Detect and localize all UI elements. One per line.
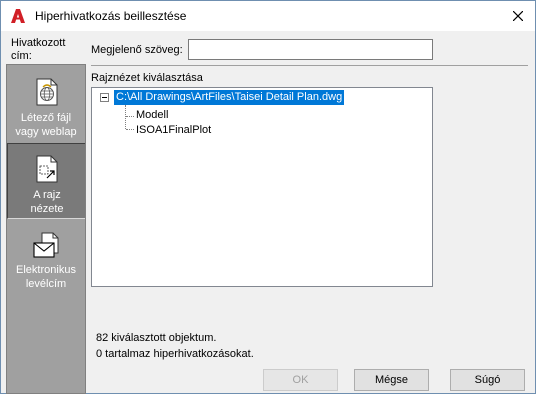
file-globe-icon [32,77,60,111]
sidebar-item-existing-file[interactable]: Létező fájl vagy weblap [7,65,85,141]
tree-root-item[interactable]: C:\All Drawings\ArtFiles\Taisei Detail P… [114,90,345,105]
tree-connector [125,105,126,129]
display-text-label: Megjelenő szöveg: [91,44,183,56]
window-title: Hiperhivatkozás beillesztése [35,9,187,23]
help-button[interactable]: Súgó [450,369,525,391]
email-icon [32,231,60,265]
drawing-view-icon [34,154,60,188]
sidebar-item-label: vagy weblap [15,126,77,138]
close-icon [513,11,523,21]
sidebar-caption: Hivatkozott cím: [11,37,66,62]
sidebar-item-label: Elektronikus [16,264,76,276]
tree-connector [126,129,134,130]
hyperlink-count-text: 0 tartalmaz hiperhivatkozásokat. [96,348,254,360]
sidebar-item-label: levélcím [25,278,67,290]
tree-connector [126,116,134,117]
title-bar: Hiperhivatkozás beillesztése [1,1,535,31]
divider [91,65,528,66]
sidebar-item-email[interactable]: Elektronikus levélcím [7,221,85,297]
autocad-a-icon [10,8,26,24]
tree-item-layout[interactable]: ISOA1FinalPlot [136,124,211,136]
close-button[interactable] [501,1,535,31]
tree-collapse-icon[interactable] [100,93,109,102]
selected-count-text: 82 kiválasztott objektum. [96,332,217,344]
sidebar-item-drawing-view[interactable]: A rajz nézete [7,143,85,219]
tree-item-model[interactable]: Modell [136,109,168,121]
sidebar-item-label: nézete [30,203,64,215]
drawing-view-tree[interactable]: C:\All Drawings\ArtFiles\Taisei Detail P… [91,87,433,287]
view-select-label: Rajznézet kiválasztása [91,72,203,84]
display-text-input[interactable] [188,39,433,60]
sidebar-item-label: Létező fájl [20,112,72,124]
dialog-window: Hiperhivatkozás beillesztése Hivatkozott… [0,0,536,394]
cancel-button[interactable]: Mégse [354,369,429,391]
sidebar-item-label: A rajz [33,189,61,201]
link-type-sidebar: Létező fájl vagy weblap A rajz nézete El… [6,64,86,394]
ok-button[interactable]: OK [263,369,338,391]
